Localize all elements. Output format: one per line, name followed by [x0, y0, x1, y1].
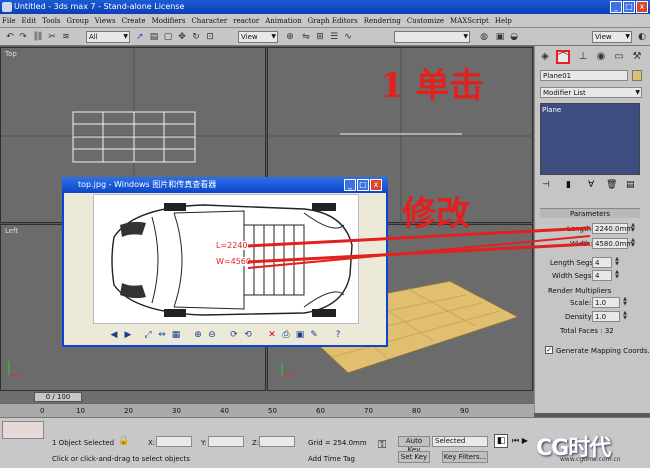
x-coord-field[interactable] [156, 436, 192, 447]
key-mode-dropdown[interactable]: Selected [432, 436, 488, 447]
prompt-text: Click or click-and-drag to select object… [52, 455, 190, 463]
tick-30: 30 [172, 407, 181, 415]
default-tangent-icon[interactable]: ◧ [494, 434, 508, 448]
x-coord-label: X: [148, 439, 156, 447]
timeline-ruler[interactable]: 0 10 20 30 40 50 60 70 80 90 [0, 403, 534, 417]
key-icon[interactable]: ⚿ [378, 438, 386, 452]
status-bar: 1 Object Selected 🔒 X: Y: Z: Grid = 254.… [0, 417, 650, 468]
set-key-button[interactable]: Set Key [398, 451, 430, 463]
tick-20: 20 [124, 407, 133, 415]
z-coord-field[interactable] [259, 436, 295, 447]
tick-90: 90 [460, 407, 469, 415]
grid-size-text: Grid = 254.0mm [308, 439, 367, 447]
auto-key-button[interactable]: Auto Key [398, 436, 430, 454]
selection-count-text: 1 Object Selected [52, 439, 115, 447]
tick-0: 0 [40, 407, 45, 415]
tick-50: 50 [268, 407, 277, 415]
time-slider-thumb[interactable]: 0 / 100 [34, 392, 82, 402]
play-controls-icon[interactable]: ⏮ ▶ [512, 436, 528, 446]
tick-10: 10 [76, 407, 85, 415]
site-url-text: www.cgtime.com.cn [560, 456, 621, 463]
tick-80: 80 [412, 407, 421, 415]
tick-60: 60 [316, 407, 325, 415]
y-coord-field[interactable] [208, 436, 244, 447]
maxscript-listener-box[interactable] [2, 421, 44, 439]
add-time-tag-button[interactable]: Add Time Tag [308, 455, 355, 463]
lock-selection-icon[interactable]: 🔒 [118, 436, 129, 446]
tick-40: 40 [220, 407, 229, 415]
tick-70: 70 [364, 407, 373, 415]
y-coord-label: Y: [201, 439, 207, 447]
key-filters-button[interactable]: Key Filters... [442, 451, 488, 463]
